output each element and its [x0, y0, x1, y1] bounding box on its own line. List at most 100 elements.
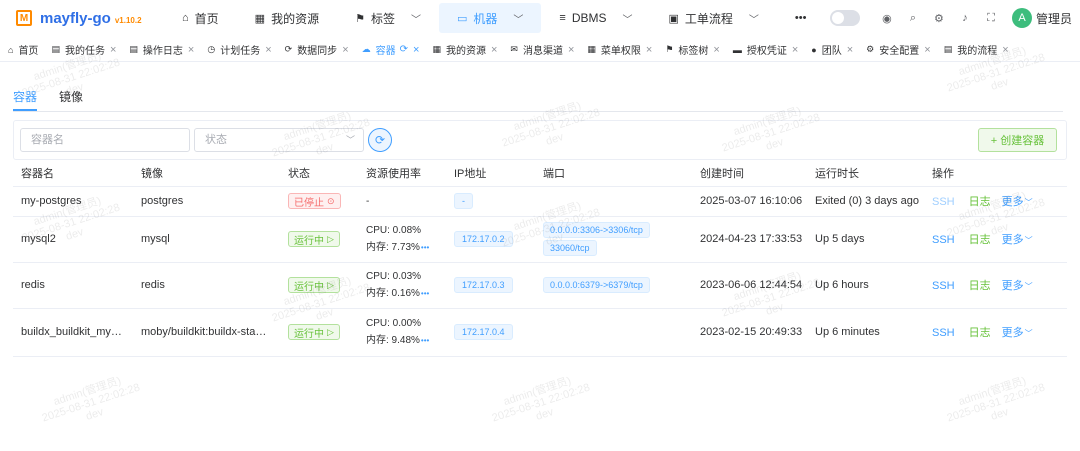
logo[interactable]: M mayfly-go v1.10.2: [16, 10, 166, 27]
port-tag: 33060/tcp: [543, 240, 597, 256]
tab-9[interactable]: ⚑ 标签树 ×: [657, 38, 725, 62]
tab-images[interactable]: 镜像: [59, 84, 83, 111]
tab-label: 团队: [821, 46, 842, 57]
nav-item-2[interactable]: ⚑ 标签 ﹀: [337, 3, 439, 33]
watermark: admin(管理员)2025-08-31 22:02:28dev: [37, 370, 145, 436]
ssh-button[interactable]: SSH: [932, 327, 955, 339]
ssh-button[interactable]: SSH: [932, 234, 955, 246]
close-icon[interactable]: ×: [491, 44, 497, 56]
ip-tag: 172.17.0.4: [454, 324, 513, 340]
table-header: 容器名 镜像 状态 资源使用率 IP地址 端口 创建时间 运行时长 操作: [13, 160, 1067, 187]
app-version: v1.10.2: [114, 15, 142, 25]
close-icon[interactable]: ×: [568, 44, 574, 56]
user-name[interactable]: 管理员: [1036, 10, 1072, 27]
column-header: 运行时长: [807, 160, 924, 187]
log-button[interactable]: 日志: [969, 280, 991, 292]
table-row: mysql2 mysql 运行中 ▷ CPU: 0.08% 内存: 7.73%••• 172…: [13, 216, 1067, 263]
log-button[interactable]: 日志: [969, 327, 991, 339]
close-icon[interactable]: ×: [924, 44, 930, 56]
tab-3[interactable]: ◷ 计划任务 ×: [199, 38, 276, 62]
play-circle-icon: ▷: [327, 233, 334, 244]
close-icon[interactable]: ×: [646, 44, 652, 56]
refresh-button[interactable]: ⟳: [368, 128, 392, 152]
more-button[interactable]: 更多﹀: [1002, 280, 1033, 292]
chevron-down-icon: ﹀: [513, 14, 524, 26]
nav-item-4[interactable]: ≡ DBMS ﹀: [541, 3, 650, 33]
nav-item-label: 首页: [194, 11, 219, 26]
tab-7[interactable]: ✉ 消息渠道 ×: [502, 38, 579, 62]
status-select[interactable]: 状态 ﹀: [194, 128, 364, 152]
tab-6[interactable]: ▦ 我的资源 ×: [424, 38, 502, 62]
watermark-line: dev: [989, 405, 1011, 423]
theme-toggle[interactable]: [829, 10, 860, 26]
close-icon[interactable]: ×: [847, 44, 853, 56]
top-nav: ⌂ 首页 ▦ 我的资源 ⚑ 标签 ﹀ ▭ 机器 ﹀ ≡ DBMS ﹀ ▣ 工单流程 ﹀ •••: [164, 0, 830, 36]
mem-usage: 内存: 0.16%: [366, 288, 420, 299]
tab-icon: ◷: [207, 44, 216, 54]
nav-item-label: 工单流程: [684, 11, 733, 26]
tab-containers[interactable]: 容器: [13, 84, 38, 111]
tab-icon: ⚙: [866, 44, 875, 54]
mem-usage-line: 内存: 0.16%•••: [366, 285, 446, 302]
nav-item-3[interactable]: ▭ 机器 ﹀: [438, 3, 542, 33]
tab-11[interactable]: ● 团队 ×: [803, 38, 858, 62]
tab-10[interactable]: ▬ 授权凭证 ×: [725, 38, 803, 62]
bell-icon[interactable]: ♪: [956, 9, 974, 27]
ip-tag: 172.17.0.2: [454, 231, 513, 247]
more-dots-icon[interactable]: •••: [421, 289, 429, 298]
ssh-button[interactable]: SSH: [932, 280, 955, 292]
more-button[interactable]: 更多﹀: [1002, 196, 1033, 208]
log-button[interactable]: 日志: [969, 196, 991, 208]
refresh-icon[interactable]: ⟳: [400, 44, 408, 55]
search-icon[interactable]: ⌕: [904, 9, 922, 27]
tab-4[interactable]: ⟳ 数据同步 ×: [277, 38, 354, 62]
avatar[interactable]: A: [1011, 8, 1032, 28]
create-container-button[interactable]: + 创建容器: [978, 128, 1057, 152]
gear-icon[interactable]: ⚙: [930, 9, 948, 27]
record-icon[interactable]: ◉: [878, 9, 896, 27]
container-name: my-postgres: [13, 186, 133, 217]
fullscreen-icon[interactable]: ⛶: [982, 9, 1000, 27]
nav-item-6[interactable]: •••: [777, 3, 831, 33]
close-icon[interactable]: ×: [792, 44, 798, 56]
uptime: Exited (0) 3 days ago: [807, 186, 924, 217]
container-name: buildx_buildkit_my…: [13, 308, 133, 357]
log-button[interactable]: 日志: [969, 234, 991, 246]
tab-0[interactable]: ⌂ 首页: [0, 38, 43, 62]
play-circle-icon: ▷: [327, 326, 334, 337]
nav-item-label: 机器: [473, 11, 498, 26]
close-icon[interactable]: ×: [188, 44, 194, 56]
more-button[interactable]: 更多﹀: [1002, 327, 1033, 339]
tab-1[interactable]: ▤ 我的任务 ×: [43, 38, 121, 62]
close-icon[interactable]: ×: [713, 44, 719, 56]
close-icon[interactable]: ×: [1002, 44, 1008, 56]
tab-12[interactable]: ⚙ 安全配置 ×: [858, 38, 936, 62]
cpu-usage: CPU: 0.08%: [366, 225, 422, 236]
close-icon[interactable]: ×: [265, 44, 271, 56]
tab-2[interactable]: ▤ 操作日志 ×: [121, 38, 199, 62]
uptime: Up 5 days: [807, 216, 924, 263]
watermark: admin(管理员)2025-08-31 22:02:28dev: [487, 370, 595, 436]
more-dots-icon: •••: [794, 12, 807, 24]
more-dots-icon[interactable]: •••: [421, 243, 429, 252]
close-icon[interactable]: ×: [413, 44, 419, 56]
top-bar: M mayfly-go v1.10.2 ⌂ 首页 ▦ 我的资源 ⚑ 标签 ﹀ ▭ 机器 ﹀ ≡ DBM…: [0, 0, 1080, 36]
more-button[interactable]: 更多﹀: [1002, 234, 1033, 246]
nav-item-5[interactable]: ▣ 工单流程 ﹀: [651, 3, 777, 33]
resource-empty: -: [366, 195, 370, 207]
tab-8[interactable]: ▦ 菜单权限 ×: [579, 38, 657, 62]
close-icon[interactable]: ×: [342, 44, 348, 56]
close-icon[interactable]: ×: [110, 44, 116, 56]
actions-cell: SSH 日志 更多﹀: [924, 186, 1067, 217]
status-badge: 运行中 ▷: [288, 324, 340, 340]
container-name-input[interactable]: 容器名: [20, 128, 190, 152]
more-dots-icon[interactable]: •••: [421, 336, 429, 345]
nav-item-1[interactable]: ▦ 我的资源: [237, 3, 337, 33]
containers-table: 容器名 镜像 状态 资源使用率 IP地址 端口 创建时间 运行时长 操作 my-postgres…: [13, 160, 1067, 357]
nav-item-0[interactable]: ⌂ 首页: [164, 3, 237, 33]
tab-5[interactable]: ☁ 容器 ⟳ ×: [354, 38, 425, 62]
chevron-down-icon: ﹀: [345, 135, 355, 145]
tab-13[interactable]: ▤ 我的流程 ×: [936, 38, 1014, 62]
app-name: mayfly-go: [40, 9, 111, 27]
table-row: redis redis 运行中 ▷ CPU: 0.03% 内存: 0.16%••• 172.…: [13, 262, 1067, 309]
